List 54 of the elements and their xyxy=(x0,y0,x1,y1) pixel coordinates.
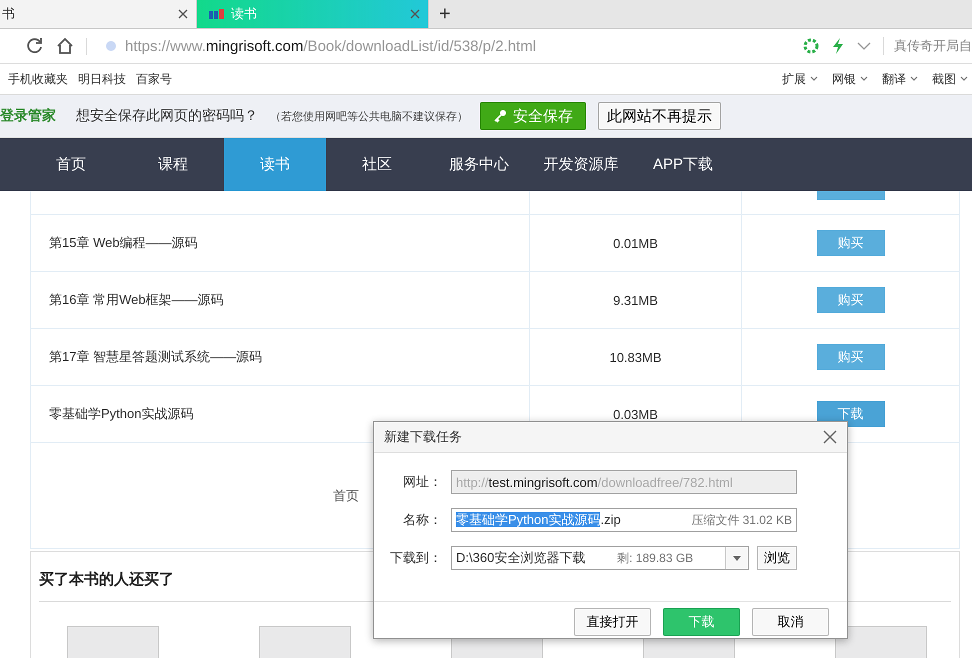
chevron-down-icon[interactable] xyxy=(857,41,871,51)
address-field[interactable]: https://www.mingrisoft.com/Book/downloadList/id/538/p/2.html xyxy=(86,38,791,54)
bookmark-link[interactable]: 手机收藏夹 xyxy=(8,70,68,88)
lightning-icon[interactable] xyxy=(831,38,845,54)
table-cell: 0.01MB xyxy=(530,215,742,271)
browse-button[interactable]: 浏览 xyxy=(757,546,797,570)
toolbar-menu[interactable]: 截图 xyxy=(932,70,968,88)
nav-tab[interactable]: APP下载 xyxy=(632,138,734,191)
dialog-title: 新建下载任务 xyxy=(384,428,462,446)
brand-label: 登录管家 xyxy=(0,107,56,125)
password-prompt: 想安全保存此网页的密码吗？ xyxy=(76,107,258,125)
chevron-down-icon xyxy=(860,76,868,82)
toolbar-menu[interactable]: 翻译 xyxy=(882,70,918,88)
key-icon xyxy=(493,109,507,123)
dropdown-arrow-icon[interactable] xyxy=(732,556,741,560)
globe-icon xyxy=(105,40,117,52)
table-cell: 9.31MB xyxy=(530,272,742,328)
search-field[interactable]: 真传奇开局自 xyxy=(883,37,972,55)
filename-field[interactable]: 零基础学Python实战源码.zip 压缩文件 31.02 KB xyxy=(451,508,797,532)
chevron-down-icon xyxy=(810,76,818,82)
chevron-down-icon xyxy=(910,76,918,82)
nav-tab[interactable]: 开发资源库 xyxy=(530,138,632,191)
nav-tab[interactable]: 首页 xyxy=(20,138,122,191)
bookmark-link[interactable]: 明日科技 xyxy=(78,70,126,88)
new-tab-button[interactable]: + xyxy=(429,2,461,26)
home-icon[interactable] xyxy=(56,37,74,55)
nav-tab[interactable]: 社区 xyxy=(326,138,428,191)
table-cell: 第17章 智慧星答题测试系统——源码 xyxy=(31,329,530,385)
toolbar-menu[interactable]: 网银 xyxy=(832,70,868,88)
url-field: http://test.mingrisoft.com/downloadfree/782.html xyxy=(451,470,797,494)
chevron-down-icon xyxy=(960,76,968,82)
field-label: 名称： xyxy=(402,511,442,529)
close-icon[interactable] xyxy=(410,9,420,19)
sync-icon[interactable] xyxy=(803,38,819,54)
bookmark-link[interactable]: 百家号 xyxy=(136,70,172,88)
password-note: （若您使用网吧等公共电脑不建议保存） xyxy=(270,110,468,124)
table-cell: 第16章 常用Web框架——源码 xyxy=(31,272,530,328)
never-ask-button[interactable]: 此网站不再提示 xyxy=(598,102,721,130)
nav-tab[interactable]: 课程 xyxy=(122,138,224,191)
close-icon[interactable] xyxy=(823,430,837,444)
reload-icon[interactable] xyxy=(26,37,44,55)
table-cell: 第15章 Web编程——源码 xyxy=(31,215,530,271)
toolbar-menu[interactable]: 扩展 xyxy=(782,70,818,88)
table-cell: 10.83MB xyxy=(530,329,742,385)
folder-dropdown[interactable]: D:\360安全浏览器下载 剩: 189.83 GB xyxy=(451,546,749,570)
close-icon[interactable] xyxy=(178,9,188,19)
field-label: 下载到： xyxy=(389,549,442,567)
nav-tab[interactable]: 服务中心 xyxy=(428,138,530,191)
dialog-button[interactable]: 直接打开 xyxy=(574,608,651,636)
dialog-button[interactable]: 取消 xyxy=(752,608,829,636)
field-label: 网址： xyxy=(402,473,442,491)
page-link[interactable]: 首页 xyxy=(333,486,359,504)
browser-tab[interactable]: 书 xyxy=(0,0,197,28)
logo-icon xyxy=(209,9,225,19)
